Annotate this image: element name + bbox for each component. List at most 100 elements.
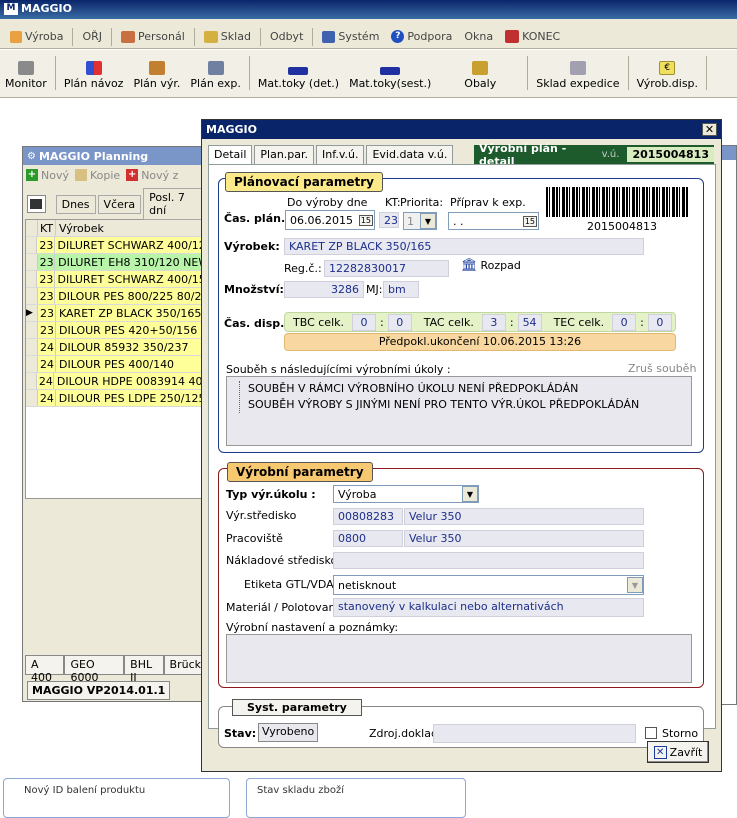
menu-system[interactable]: Systém [316,30,385,43]
copy-button[interactable]: Kopie [74,169,120,182]
factory-icon [10,30,22,43]
nastaveni-label: Výrobní nastavení a poznámky: [226,621,399,634]
toolbar-separator [706,56,708,90]
table-row[interactable]: 24 DILOUR PES 400/140 [26,356,204,373]
nastaveni-textarea[interactable] [226,634,692,683]
chevron-down-icon[interactable]: ▼ [627,577,643,593]
toolbar-separator [54,56,56,90]
table-row[interactable]: 23 DILOUR PES 420+50/156 [26,322,204,339]
priorita-select[interactable]: 1 ▼ [403,212,437,230]
euro-icon: € [659,61,676,75]
tab-evid-data[interactable]: Evid.data v.ú. [366,145,454,165]
toolbar-vyrob-disp[interactable]: € Výrob.disp. [632,61,703,90]
filter-yesterday[interactable]: Včera [97,194,142,214]
storno-checkbox[interactable] [645,727,657,739]
layout-icon[interactable] [27,195,46,213]
soubeh-item[interactable]: SOUBĚH VÝROBY S JINÝMI NENÍ PRO TENTO VÝ… [248,397,685,413]
app-title: MAGGIO [21,2,72,15]
row-kt: 23 [39,288,56,304]
menu-okna[interactable]: Okna [458,30,499,43]
taskbar-item-stav-skladu[interactable]: Stav skladu zboží [246,778,466,818]
menu-vyroba[interactable]: Výroba [4,30,69,43]
chevron-down-icon[interactable]: ▼ [420,213,436,229]
row-indicator [26,237,38,253]
menu-konec[interactable]: KONEC [499,30,566,43]
row-vyrobek: DILURET EH8 310/120 NEW [58,255,205,269]
system-parameters-title: Syst. parametry [232,699,362,716]
toolbar-obaly[interactable]: Obaly [436,61,524,90]
menu-separator [259,27,261,46]
calendar-icon[interactable]: 15 [358,214,373,226]
table-row[interactable]: 23 DILURET SCHWARZ 400/159 [26,271,204,288]
typ-select[interactable]: Výroba ▼ [333,485,479,503]
bottom-tab[interactable]: BHL II [124,655,164,684]
new-button[interactable]: + Nový [26,169,69,182]
soubeh-item[interactable]: SOUBĚH V RÁMCI VÝROBNÍHO ÚKOLU NENÍ PŘED… [248,381,685,397]
table-row[interactable]: ▶ 23 KARET ZP BLACK 350/165 [26,305,204,322]
predpokl-ukonceni: Předpokl.ukončení 10.06.2015 13:26 [284,333,676,351]
storno-label: Storno [662,727,699,740]
menu-odbyt[interactable]: Odbyt [264,30,309,43]
regc-value: 12282830017 [324,260,449,277]
kt-value: 23 [379,212,399,228]
row-kt: 24 [40,356,56,372]
toolbar-plan-exp[interactable]: Plán exp. [185,61,245,90]
soubeh-label: Souběh s následujícími výrobními úkoly : [226,363,451,376]
table-row[interactable]: 23 DILOUR PES 800/225 80/20 [26,288,204,305]
tab-detail[interactable]: Detail [208,145,253,165]
bank-icon: 🏛 [461,258,478,273]
column-header-kt[interactable]: KT [38,220,56,236]
flow-icon [288,67,309,75]
taskbar-item-new-id[interactable]: Nový ID balení produktu [3,778,230,818]
row-indicator [26,373,37,389]
etiketa-select[interactable]: netisknout ▼ [333,575,644,595]
tac-minutes: 54 [517,313,542,331]
menu-sklad[interactable]: Sklad [198,30,257,43]
tbc-label: TBC celk. [293,315,344,329]
column-header-vyrobek[interactable]: Výrobek [56,222,104,235]
table-row[interactable]: 24 DILOUR 85932 350/237 [26,339,204,356]
table-row[interactable]: 23 DILURET SCHWARZ 400/120 [26,237,204,254]
toolbar-mat-toky-sest[interactable]: Mat.toky(sest.) [344,67,436,90]
cas-plan-label: Čas. plán.: [224,212,290,225]
close-icon[interactable]: ✕ [702,123,717,136]
zavrit-button[interactable]: ✕ Zavřít [647,741,709,763]
table-row[interactable]: 24 DILOUR PES LDPE 250/125 [26,390,204,407]
row-vyrobek: DILURET SCHWARZ 400/159 [57,272,204,286]
dialog-title: MAGGIO [206,123,257,136]
menu-personal[interactable]: Personál [115,30,191,43]
filter-today[interactable]: Dnes [55,194,96,214]
new-from-button[interactable]: + Nový z [126,169,178,182]
table-row[interactable]: 24 DILOUR HDPE 0083914 400/1 [26,373,204,390]
do-vyroby-label: Do výroby dne [287,196,368,209]
toolbar-plan-navoz[interactable]: Plán návoz [59,61,129,90]
vyrobek-label: Výrobek: [224,240,280,253]
bottom-tab[interactable]: A 400 [25,655,65,684]
menu-podpora[interactable]: ? Podpora [385,30,458,43]
toolbar-separator [527,56,529,90]
filter-last7[interactable]: Posl. 7 dní [143,188,207,220]
tab-inf-vu[interactable]: Inf.v.ú. [316,145,365,165]
menu-orj[interactable]: OŘJ [76,30,108,43]
priprav-input[interactable]: . . 15 [448,212,539,230]
soubeh-tree: SOUBĚH V RÁMCI VÝROBNÍHO ÚKOLU NENÍ PŘED… [226,376,692,446]
planning-filter-bar: Dnes Včera Posl. 7 dní [23,188,207,220]
table-row[interactable]: 23 DILURET EH8 310/120 NEW [26,254,204,271]
toolbar-sklad-expedice[interactable]: Sklad expedice [531,61,624,90]
do-vyroby-input[interactable]: 06.06.2015 15 [285,210,375,230]
close-x-icon: ✕ [653,745,667,759]
calendar-icon[interactable]: 15 [522,215,537,227]
toolbar-mat-toky-det[interactable]: Mat.toky (det.) [253,67,344,90]
cas-disp-panel: TBC celk. 0: 0 TAC celk. 3: 54 TEC celk.… [284,312,676,332]
plan-navoz-icon [85,61,102,75]
chevron-down-icon[interactable]: ▼ [462,486,478,502]
tec-minutes: 0 [647,313,672,331]
toolbar-plan-vyr[interactable]: Plán výr. [128,61,185,90]
tab-plan-par[interactable]: Plan.par. [254,145,315,165]
planning-grid: KT Výrobek 23 DILURET SCHWARZ 400/120 23 DI… [25,219,205,499]
toolbar-monitor[interactable]: Monitor [0,61,52,90]
dialog-title-bar: MAGGIO ✕ [202,120,721,139]
rozpad-link[interactable]: 🏛 Rozpad [461,258,521,273]
zrus-soubeh-button[interactable]: Zruš souběh [628,362,696,375]
bottom-tab[interactable]: GEO 6000 [64,655,125,684]
